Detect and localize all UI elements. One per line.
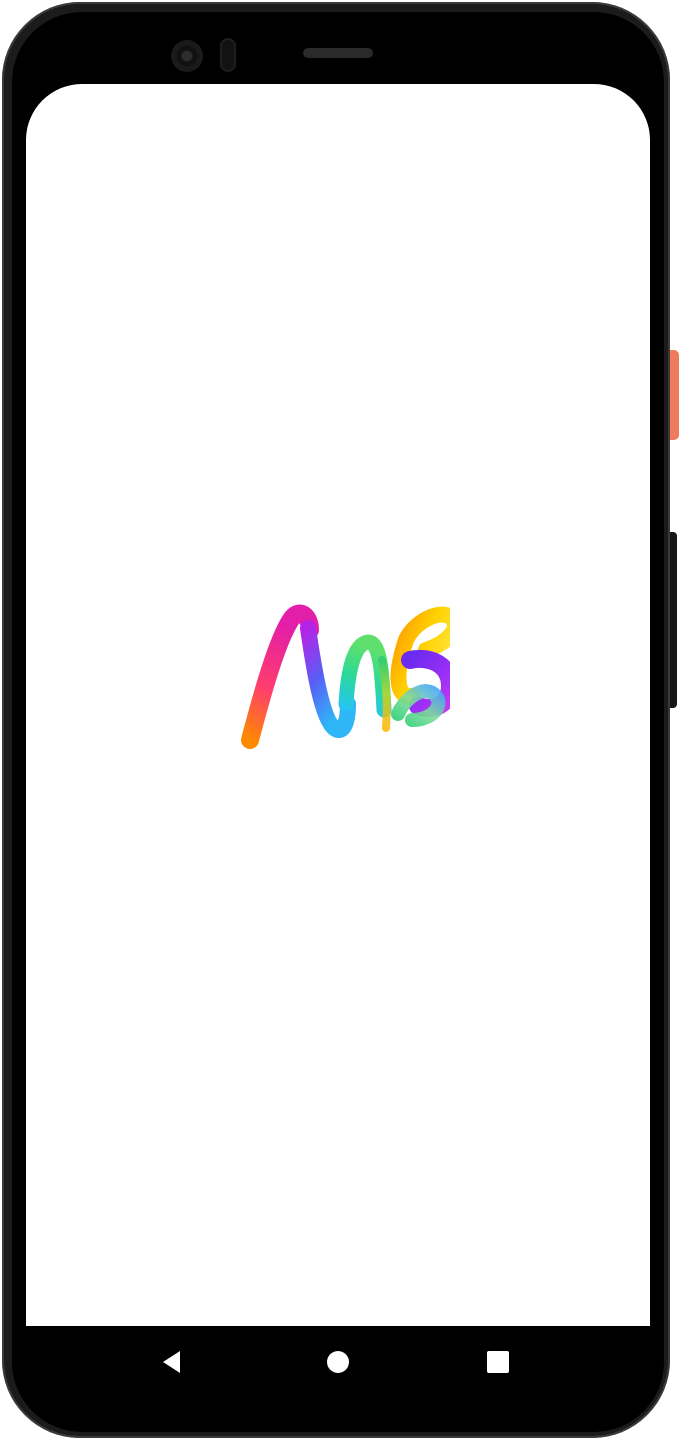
ms-logo-icon [241,604,450,749]
front-camera [171,40,203,72]
recents-button[interactable] [484,1348,512,1376]
back-button[interactable] [160,1348,188,1376]
circle-icon [327,1351,349,1373]
power-button [670,350,679,440]
triangle-left-icon [163,1351,180,1373]
volume-button [670,532,677,708]
square-icon [487,1351,509,1373]
proximity-sensor [220,38,236,72]
earpiece-speaker [303,48,373,58]
phone-device [0,0,679,1440]
navigation-bar [26,1326,650,1398]
splash-screen [26,84,650,1326]
home-button[interactable] [324,1348,352,1376]
